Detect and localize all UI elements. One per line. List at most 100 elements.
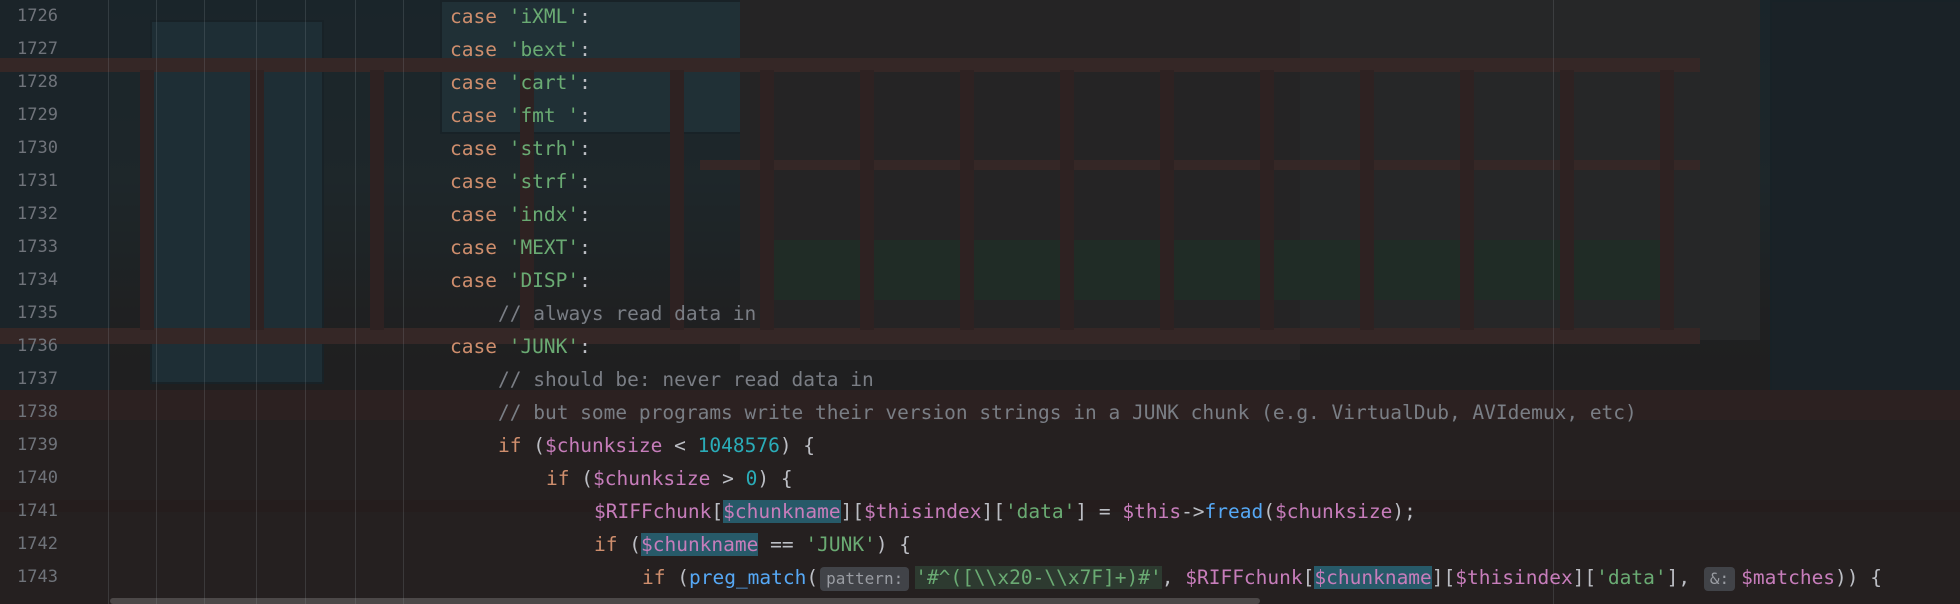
string-token: 'JUNK'	[805, 533, 876, 556]
code-line[interactable]: 1730 case 'strh':	[0, 132, 1960, 165]
number-token: 1048576	[697, 434, 780, 457]
keyword-token: case	[450, 170, 509, 193]
code-line[interactable]: 1728 case 'cart':	[0, 66, 1960, 99]
variable-token: $RIFFchunk	[1185, 566, 1303, 589]
keyword-token: case	[450, 236, 509, 259]
line-number: 1743	[17, 567, 58, 587]
string-token: 'bext'	[508, 38, 580, 61]
code-line[interactable]: 1742 if ($chunkname == 'JUNK') {	[0, 528, 1960, 561]
code-line[interactable]: 1737 // should be: never read data in	[0, 363, 1960, 396]
line-number: 1734	[17, 270, 58, 290]
line-number: 1727	[17, 39, 58, 59]
string-token: 'fmt '	[508, 104, 580, 127]
code-token: ][	[1431, 566, 1456, 589]
code-token: (	[629, 533, 641, 556]
code-token: [	[1302, 566, 1315, 589]
function-token: fread	[1204, 500, 1264, 523]
string-token: 'data'	[1004, 500, 1076, 523]
code-line[interactable]: 1736 case 'JUNK':	[0, 330, 1960, 363]
variable-token: $this	[1122, 500, 1182, 523]
variable-token: $chunksize	[544, 434, 663, 457]
code-token: <	[662, 434, 698, 457]
code-text: case 'bext':	[450, 33, 591, 66]
keyword-token: case	[450, 71, 509, 94]
variable-token: $thisindex	[864, 500, 982, 523]
line-number: 1731	[17, 171, 58, 191]
highlighted-variable: $chunkname	[1314, 566, 1432, 589]
horizontal-scrollbar[interactable]	[110, 598, 1260, 604]
code-text: if ($chunksize < 1048576) {	[498, 429, 815, 462]
code-token: ) {	[875, 533, 912, 556]
string-token: 'data'	[1596, 566, 1667, 589]
keyword-token: if	[498, 434, 534, 457]
code-token: );	[1392, 500, 1416, 523]
code-token: :	[579, 335, 591, 358]
code-token: ==	[758, 533, 806, 556]
code-token: [	[711, 500, 724, 523]
code-text: // always read data in	[498, 297, 756, 330]
code-text: if ($chunkname == 'JUNK') {	[594, 528, 911, 561]
line-number: 1738	[17, 402, 58, 422]
line-number: 1732	[17, 204, 58, 224]
code-token: :	[579, 269, 591, 292]
keyword-token: if	[546, 467, 582, 490]
code-text: case 'fmt ':	[450, 99, 591, 132]
code-line[interactable]: 1729 case 'fmt ':	[0, 99, 1960, 132]
code-line[interactable]: 1739 if ($chunksize < 1048576) {	[0, 429, 1960, 462]
code-line[interactable]: 1732 case 'indx':	[0, 198, 1960, 231]
code-text: if (preg_match(pattern: '#^([\\x20-\\x7F]…	[642, 561, 1882, 594]
code-token: ] =	[1075, 500, 1123, 523]
code-token: :	[579, 104, 591, 127]
code-line[interactable]: 1727 case 'bext':	[0, 33, 1960, 66]
code-token: :	[579, 170, 591, 193]
code-line[interactable]: 1735 // always read data in	[0, 297, 1960, 330]
code-token: (	[581, 467, 593, 490]
code-token: (	[677, 566, 689, 589]
code-line[interactable]: 1738 // but some programs write their ver…	[0, 396, 1960, 429]
code-text: case 'DISP':	[450, 264, 591, 297]
code-token: ][	[840, 500, 865, 523]
code-line[interactable]: 1734 case 'DISP':	[0, 264, 1960, 297]
code-token: )) {	[1835, 566, 1883, 589]
line-number: 1733	[17, 237, 58, 257]
number-token: 0	[745, 467, 758, 490]
code-text: // but some programs write their version…	[498, 396, 1637, 429]
line-number: 1729	[17, 105, 58, 125]
keyword-token: case	[450, 269, 509, 292]
code-text: case 'strh':	[450, 132, 591, 165]
line-number: 1730	[17, 138, 58, 158]
code-line[interactable]: 1731 case 'strf':	[0, 165, 1960, 198]
string-token: 'DISP'	[508, 269, 580, 292]
parameter-hint: pattern:	[820, 566, 910, 591]
code-token: ) {	[779, 434, 816, 457]
keyword-token: case	[450, 38, 509, 61]
line-number: 1726	[17, 6, 58, 26]
comment-token: // should be: never read data in	[498, 368, 874, 391]
string-token: 'indx'	[508, 203, 580, 226]
code-line[interactable]: 1726 case 'iXML':	[0, 0, 1960, 33]
code-line[interactable]: 1741 $RIFFchunk[$chunkname][$thisindex]['…	[0, 495, 1960, 528]
highlighted-variable: $chunkname	[723, 500, 841, 523]
code-token: :	[579, 38, 591, 61]
code-text: case 'iXML':	[450, 0, 591, 33]
line-number: 1739	[17, 435, 58, 455]
variable-token: $RIFFchunk	[594, 500, 712, 523]
line-number: 1737	[17, 369, 58, 389]
code-line[interactable]: 1743 if (preg_match(pattern: '#^([\\x20-\\…	[0, 561, 1960, 594]
function-token: preg_match	[688, 566, 807, 589]
code-editor[interactable]: 1726 case 'iXML': 1727 case 'bext': 1728 case…	[0, 0, 1960, 604]
line-number: 1741	[17, 501, 58, 521]
code-token: ][	[981, 500, 1005, 523]
highlighted-variable: $chunkname	[640, 533, 759, 556]
variable-token: $matches	[1741, 566, 1836, 589]
string-token: 'cart'	[508, 71, 580, 94]
code-token: ) {	[757, 467, 793, 490]
line-number: 1728	[17, 72, 58, 92]
code-line[interactable]: 1740 if ($chunksize > 0) {	[0, 462, 1960, 495]
code-token: ->	[1181, 500, 1205, 523]
variable-token: $chunksize	[592, 467, 711, 490]
code-line[interactable]: 1733 case 'MEXT':	[0, 231, 1960, 264]
code-token: (	[1263, 500, 1275, 523]
keyword-token: if	[594, 533, 630, 556]
line-number: 1742	[17, 534, 58, 554]
